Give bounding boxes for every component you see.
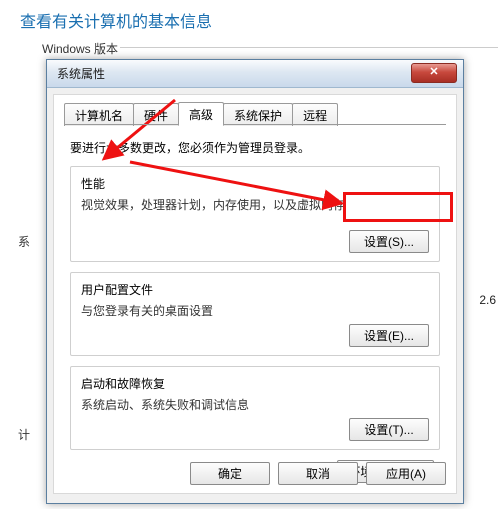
apply-button[interactable]: 应用(A)	[366, 462, 446, 485]
group-user-profiles-title: 用户配置文件	[81, 281, 429, 298]
group-startup-recovery: 启动和故障恢复 系统启动、系统失败和调试信息 设置(T)...	[70, 366, 440, 450]
group-startup-recovery-desc: 系统启动、系统失败和调试信息	[81, 396, 429, 413]
group-user-profiles-desc: 与您登录有关的桌面设置	[81, 302, 429, 319]
tab-system-protection[interactable]: 系统保护	[223, 103, 293, 126]
divider	[120, 47, 498, 48]
system-properties-dialog: 系统属性 ✕ 计算机名 硬件 高级 系统保护 远程 要进行大多数更改，您必须作为…	[46, 59, 464, 504]
titlebar[interactable]: 系统属性 ✕	[47, 60, 463, 88]
group-user-profiles: 用户配置文件 与您登录有关的桌面设置 设置(E)...	[70, 272, 440, 356]
dialog-footer-buttons: 确定 取消 应用(A)	[190, 462, 446, 485]
group-startup-recovery-title: 启动和故障恢复	[81, 375, 429, 392]
tab-content-advanced: 要进行大多数更改，您必须作为管理员登录。 性能 视觉效果，处理器计划，内存使用，…	[64, 125, 446, 489]
admin-instruction: 要进行大多数更改，您必须作为管理员登录。	[70, 139, 440, 156]
windows-edition-label: Windows 版本	[42, 40, 118, 57]
startup-recovery-settings-button[interactable]: 设置(T)...	[349, 418, 429, 441]
tab-underline	[64, 124, 446, 125]
tab-computer-name[interactable]: 计算机名	[64, 103, 134, 126]
dialog-title: 系统属性	[57, 67, 105, 81]
page-heading: 查看有关计算机的基本信息	[20, 8, 212, 32]
performance-settings-button[interactable]: 设置(S)...	[349, 230, 429, 253]
bg-version-fragment: 2.6	[479, 293, 496, 307]
bg-text-fragment: 系	[18, 233, 30, 250]
close-icon: ✕	[429, 66, 438, 78]
tab-strip: 计算机名 硬件 高级 系统保护 远程	[64, 103, 446, 125]
group-performance: 性能 视觉效果，处理器计划，内存使用，以及虚拟内存 设置(S)...	[70, 166, 440, 262]
tab-advanced[interactable]: 高级	[178, 102, 224, 126]
tab-hardware[interactable]: 硬件	[133, 103, 179, 126]
group-performance-title: 性能	[81, 175, 429, 192]
ok-button[interactable]: 确定	[190, 462, 270, 485]
group-performance-desc: 视觉效果，处理器计划，内存使用，以及虚拟内存	[81, 196, 429, 213]
cancel-button[interactable]: 取消	[278, 462, 358, 485]
dialog-body: 计算机名 硬件 高级 系统保护 远程 要进行大多数更改，您必须作为管理员登录。 …	[53, 94, 457, 494]
user-profiles-settings-button[interactable]: 设置(E)...	[349, 324, 429, 347]
bg-text-fragment: 计	[18, 426, 30, 443]
tab-remote[interactable]: 远程	[292, 103, 338, 126]
close-button[interactable]: ✕	[411, 63, 457, 83]
